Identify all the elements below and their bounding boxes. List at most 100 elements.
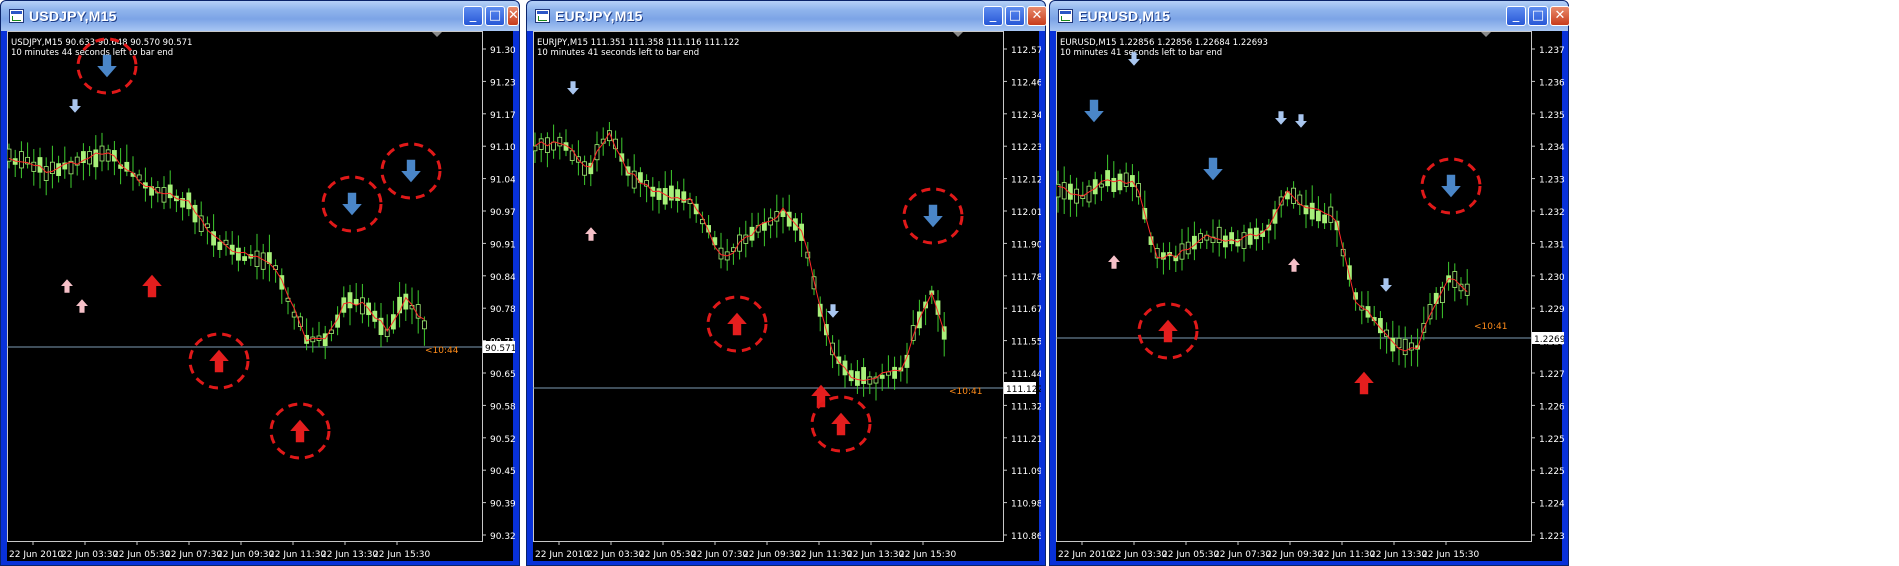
candle-body — [1322, 214, 1328, 224]
time-label: 22 Jun 13:30 — [847, 550, 904, 560]
minimize-button[interactable]: _ — [463, 6, 483, 26]
price-label: 90.520 — [490, 435, 515, 445]
moving-average-line — [1057, 179, 1468, 352]
candle-body — [582, 161, 587, 176]
price-chart[interactable]: 112.575 112.460 112.345 112.235 112.120 112.0… — [533, 31, 1041, 561]
price-label: 112.120 — [1011, 176, 1041, 186]
candle-body — [1377, 318, 1383, 334]
candle-body — [662, 188, 668, 205]
title-bar[interactable]: EURJPY,M15 _ □ ✕ — [527, 1, 1047, 31]
price-label: 91.300 — [490, 46, 515, 56]
price-label: 90.585 — [490, 402, 515, 412]
candle-body — [533, 145, 538, 152]
candle-body — [1229, 232, 1235, 245]
time-label: 22 Jun 15:30 — [1422, 550, 1479, 560]
maximize-button[interactable]: □ — [1005, 6, 1025, 26]
chart-window-usdjpy[interactable]: USDJPY,M15 _ □ ✕ 91.300 91.235 91.170 91.10… — [0, 0, 520, 566]
price-label: 112.010 — [1011, 208, 1041, 218]
minimize-button[interactable]: _ — [1506, 6, 1526, 26]
time-label: 22 Jun 09:30 — [217, 550, 274, 560]
down-arrow-icon — [1441, 174, 1461, 198]
candle-body — [1191, 235, 1197, 250]
candle-body — [675, 189, 681, 201]
price-label: 111.785 — [1011, 273, 1041, 283]
price-label: 1.22590 — [1539, 435, 1564, 445]
price-label: 1.22960 — [1539, 305, 1564, 315]
candle-body — [31, 161, 37, 172]
chart-window-icon — [9, 9, 24, 23]
down-arrow-icon — [1295, 114, 1307, 128]
candle-body — [588, 162, 594, 175]
up-arrow-icon — [585, 227, 597, 241]
up-arrow-icon — [209, 349, 229, 373]
title-bar[interactable]: USDJPY,M15 _ □ ✕ — [1, 1, 519, 31]
time-label: 22 Jun 03:30 — [61, 550, 118, 560]
price-label: 91.235 — [490, 78, 515, 88]
time-label: 22 Jun 2010 — [1058, 550, 1112, 560]
price-label: 90.455 — [490, 467, 515, 477]
price-label: 1.23240 — [1539, 208, 1564, 218]
price-label: 110.865 — [1011, 532, 1041, 542]
candle-body — [93, 149, 99, 168]
current-price-value: 111.122 — [1006, 385, 1041, 395]
chart-canvas: 112.575 112.460 112.345 112.235 112.120 112.0… — [533, 31, 1041, 560]
price-label: 1.22693 — [1539, 402, 1564, 412]
candle-body — [18, 151, 24, 169]
price-label: 90.325 — [490, 532, 515, 542]
up-arrow-icon — [727, 312, 747, 336]
down-arrow-icon — [1275, 111, 1287, 125]
candle-body — [1123, 172, 1129, 187]
up-arrow-icon — [1354, 371, 1374, 395]
price-label: 1.23055 — [1539, 273, 1564, 283]
candle-body — [1402, 338, 1408, 356]
close-button[interactable]: ✕ — [1550, 6, 1570, 26]
down-arrow-icon — [1084, 99, 1104, 123]
maximize-button[interactable]: □ — [485, 6, 505, 26]
candle-body — [780, 210, 786, 218]
price-label: 1.23705 — [1539, 46, 1564, 56]
title-bar[interactable]: EURUSD,M15 _ □ ✕ — [1050, 1, 1570, 31]
price-label: 111.900 — [1011, 240, 1041, 250]
candle-body — [1309, 202, 1315, 220]
close-button[interactable]: ✕ — [1027, 6, 1047, 26]
bar-timer-info: 10 minutes 41 seconds left to bar end — [537, 48, 699, 58]
bar-timer-info: 10 minutes 41 seconds left to bar end — [1060, 48, 1222, 58]
price-chart[interactable]: 1.23705 1.23610 1.23520 1.23425 1.23330 1.232… — [1056, 31, 1564, 561]
current-price-value: 1.22693 — [1534, 335, 1564, 345]
quote-info: EURUSD,M15 1.22856 1.22856 1.22684 1.226… — [1060, 38, 1268, 48]
chart-window-eurjpy[interactable]: EURJPY,M15 _ □ ✕ 112.575112.460112.34511… — [526, 0, 1047, 566]
candle-body — [105, 149, 111, 162]
window-title: EURUSD,M15 — [1078, 8, 1171, 24]
price-label: 1.23520 — [1539, 111, 1564, 121]
bar-timer-info: 10 minutes 44 seconds left to bar end — [11, 48, 173, 58]
up-arrow-icon — [61, 279, 73, 293]
price-label: 1.22500 — [1539, 467, 1564, 477]
candle-body — [1247, 228, 1253, 245]
down-arrow-icon — [1203, 157, 1223, 181]
candle-body — [266, 252, 272, 264]
countdown-label: <10:44 — [425, 346, 459, 356]
candle-body — [341, 297, 347, 313]
price-label: 1.23330 — [1539, 176, 1564, 186]
window-title: USDJPY,M15 — [29, 8, 117, 24]
price-chart[interactable]: 91.300 91.235 91.170 91.105 91.040 90.975 90.9… — [7, 31, 515, 561]
time-label: 22 Jun 07:30 — [165, 550, 222, 560]
countdown-label: <10:41 — [949, 387, 982, 397]
candle-body — [359, 297, 365, 315]
down-arrow-icon — [567, 81, 579, 95]
up-arrow-icon — [1158, 319, 1178, 343]
close-button[interactable]: ✕ — [507, 6, 519, 26]
shift-marker — [432, 32, 442, 37]
price-label: 1.23610 — [1539, 78, 1564, 88]
candle-body — [656, 188, 662, 200]
candle-body — [774, 211, 780, 222]
up-arrow-icon — [1288, 258, 1300, 272]
candle-body — [1278, 196, 1284, 206]
price-label: 1.22775 — [1539, 370, 1564, 380]
price-label: 110.980 — [1011, 500, 1041, 510]
maximize-button[interactable]: □ — [1528, 6, 1548, 26]
chart-window-eurusd[interactable]: EURUSD,M15 _ □ ✕ 1.237051.236101.235201.… — [1049, 0, 1570, 566]
minimize-button[interactable]: _ — [983, 6, 1003, 26]
up-arrow-icon — [1108, 255, 1120, 269]
price-label: 1.23425 — [1539, 143, 1564, 153]
